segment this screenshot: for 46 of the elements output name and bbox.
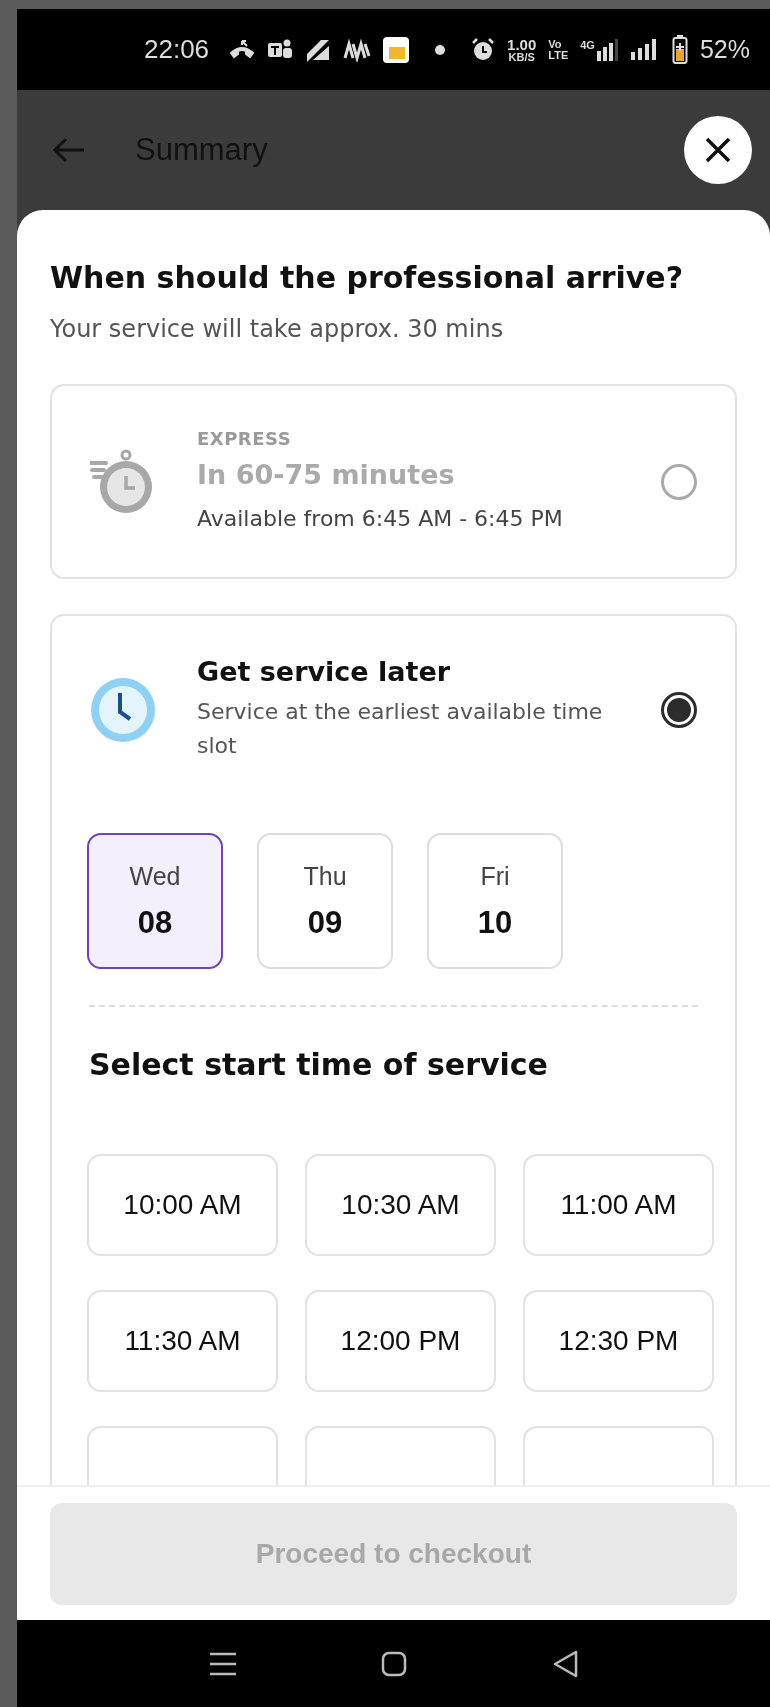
- network-speed: 1.00: [507, 36, 537, 52]
- home-icon[interactable]: [381, 1650, 408, 1677]
- date-chip[interactable]: Wed 08: [87, 833, 223, 969]
- alarm-icon: [471, 37, 496, 62]
- date-chip[interactable]: Fri 10: [427, 833, 563, 969]
- option-tag: EXPRESS: [197, 427, 661, 449]
- chip-day: Thu: [303, 861, 347, 891]
- radio-button[interactable]: [661, 691, 697, 728]
- time-slot-button[interactable]: 11:00 AM: [523, 1154, 714, 1256]
- time-slot-button[interactable]: 11:30 AM: [87, 1290, 278, 1392]
- battery-icon: [671, 34, 688, 65]
- option-title: In 60-75 minutes: [197, 458, 456, 490]
- date-chip[interactable]: Thu 09: [257, 833, 393, 969]
- network-type: 4G: [580, 38, 595, 51]
- time-slot-button[interactable]: 12:30 PM: [523, 1290, 714, 1392]
- option-title: Get service later: [197, 656, 452, 687]
- menu-icon[interactable]: [209, 1651, 238, 1676]
- battery-percent: 52%: [699, 35, 750, 64]
- stripes-icon: [305, 37, 332, 62]
- sheet-subtitle: Your service will take approx. 30 mins: [50, 314, 505, 345]
- status-time: 22:06: [144, 34, 210, 65]
- chip-date: 09: [307, 904, 343, 941]
- chip-day: Wed: [129, 861, 181, 891]
- lte-label: LTE: [548, 49, 569, 61]
- clock-icon: [90, 676, 156, 743]
- notification-dot: [435, 44, 446, 55]
- signal-icon: [595, 38, 618, 61]
- app-icon: [383, 36, 410, 63]
- option-card[interactable]: Get service later Service at the earliest available time slot Wed 08 Thu 09 Fri 10 Select start time of service 10:00 AM 10:30 AM 11:00 AM 11:30 AM 12:00 PM 12:30 PM: [50, 614, 737, 1485]
- call-icon: [229, 38, 256, 61]
- volte-label: Vo: [548, 38, 563, 50]
- chip-date: 10: [477, 904, 513, 941]
- section-heading: Select start time of service: [89, 1047, 549, 1082]
- time-slot-button[interactable]: 10:30 AM: [305, 1154, 496, 1256]
- close-icon: [704, 136, 732, 164]
- time-slot-button[interactable]: 12:00 PM: [305, 1290, 496, 1392]
- time-slot-button[interactable]: 10:00 AM: [87, 1154, 278, 1256]
- chip-day: Fri: [480, 861, 510, 891]
- app-icon: [343, 37, 372, 62]
- back-arrow-icon: [52, 137, 86, 163]
- option-detail: Available from 6:45 AM - 6:45 PM: [197, 504, 564, 533]
- option-detail: Service at the earliest available time slot: [197, 698, 604, 760]
- back-icon[interactable]: [551, 1649, 578, 1678]
- chip-date: 08: [137, 904, 173, 941]
- network-speed-unit: KB/S: [508, 51, 535, 63]
- sheet-title: When should the professional arrive?: [50, 259, 685, 297]
